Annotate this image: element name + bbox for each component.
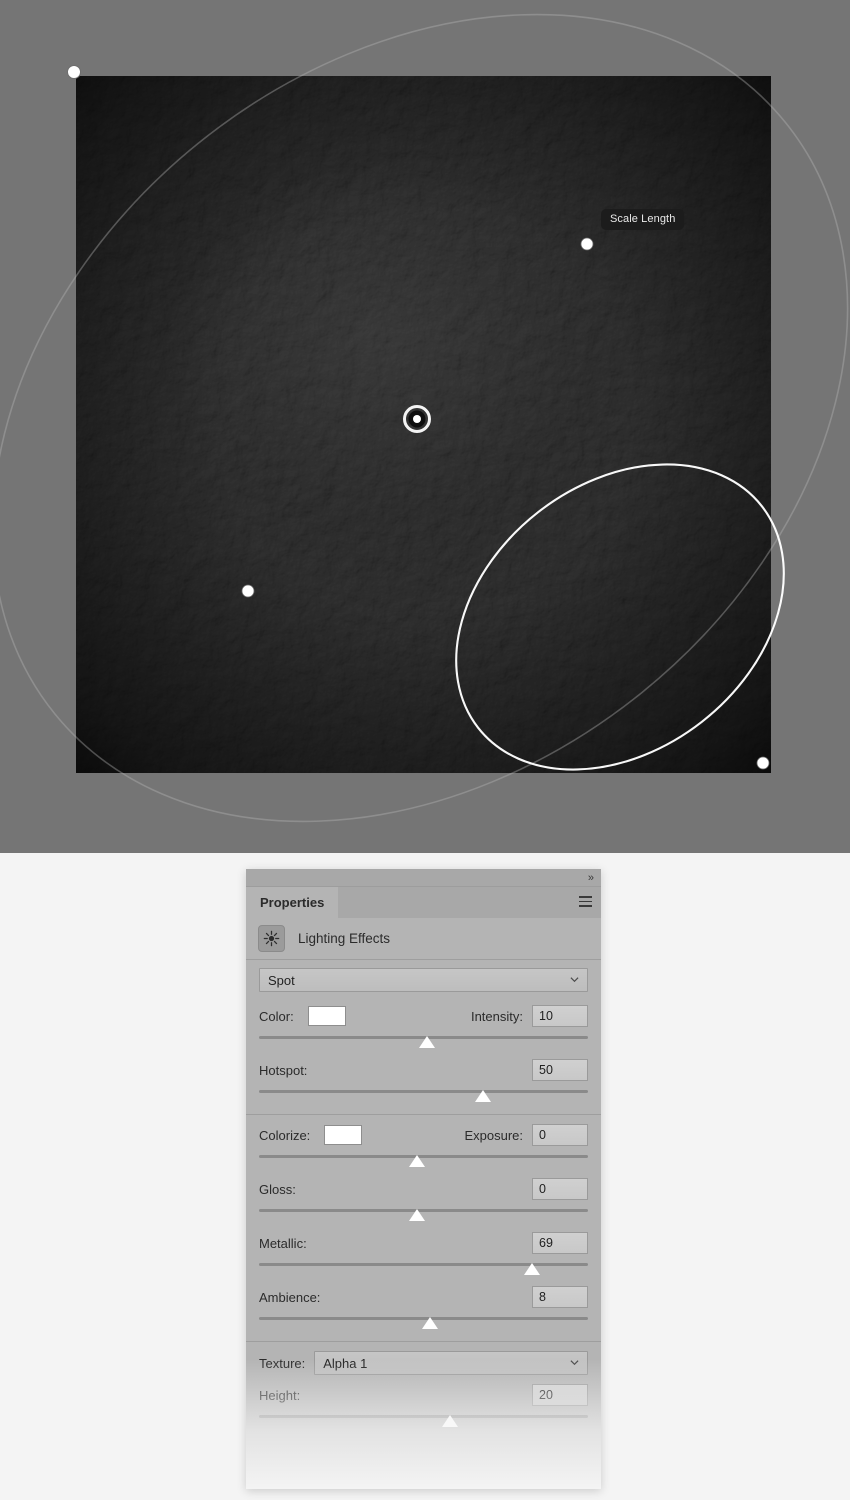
ambience-row: Ambience: 8 bbox=[259, 1284, 588, 1310]
color-intensity-row: Color: Intensity: 10 bbox=[259, 1003, 588, 1029]
ambience-slider[interactable] bbox=[259, 1315, 588, 1332]
hotspot-slider-thumb[interactable] bbox=[474, 1090, 491, 1102]
metallic-field[interactable]: 69 bbox=[532, 1232, 588, 1254]
scale-length-tooltip: Scale Length bbox=[601, 209, 685, 230]
gloss-slider[interactable] bbox=[259, 1207, 588, 1224]
outer-scale-ellipse bbox=[0, 13, 849, 823]
height-slider[interactable] bbox=[259, 1413, 588, 1430]
metallic-slider[interactable] bbox=[259, 1261, 588, 1278]
ambience-label: Ambience: bbox=[259, 1289, 321, 1305]
texture-select[interactable]: NoneAlpha 1RedGreenBlue bbox=[314, 1351, 588, 1375]
hotspot-label: Hotspot: bbox=[259, 1062, 308, 1078]
document-canvas-area[interactable]: Scale Length bbox=[0, 0, 850, 853]
exposure-slider-thumb[interactable] bbox=[408, 1155, 425, 1167]
texture-label: Texture: bbox=[259, 1355, 306, 1371]
tab-properties-label: Properties bbox=[260, 895, 325, 910]
section-texture: Texture: NoneAlpha 1RedGreenBlue Height:… bbox=[246, 1341, 601, 1439]
hotspot-field[interactable]: 50 bbox=[532, 1059, 588, 1081]
light-widget-overlay[interactable] bbox=[0, 0, 850, 853]
effect-header: Lighting Effects bbox=[246, 918, 601, 960]
intensity-slider[interactable] bbox=[259, 1034, 588, 1051]
height-slider-track bbox=[259, 1415, 588, 1418]
screen-root: Scale Length » Properties Lighting Effec… bbox=[0, 0, 850, 1500]
hamburger-menu-icon[interactable] bbox=[579, 896, 592, 907]
exposure-label: Exposure: bbox=[464, 1127, 523, 1143]
gloss-slider-thumb[interactable] bbox=[408, 1209, 425, 1221]
intensity-slider-thumb[interactable] bbox=[418, 1036, 435, 1048]
ambience-field[interactable]: 8 bbox=[532, 1286, 588, 1308]
hotspot-row: Hotspot: 50 bbox=[259, 1057, 588, 1083]
section-intensity: Color: Intensity: 10 Hotspot: 50 bbox=[246, 996, 601, 1114]
texture-row: Texture: NoneAlpha 1RedGreenBlue bbox=[259, 1344, 588, 1375]
color-label: Color: bbox=[259, 1008, 294, 1024]
scale-length-tooltip-label: Scale Length bbox=[610, 213, 676, 225]
metallic-slider-thumb[interactable] bbox=[524, 1263, 541, 1275]
hotspot-slider-track bbox=[259, 1090, 588, 1093]
height-row: Height: 20 bbox=[259, 1382, 588, 1408]
chevron-double-right-icon[interactable]: » bbox=[588, 871, 594, 885]
intensity-label: Intensity: bbox=[470, 1008, 523, 1024]
tab-properties[interactable]: Properties bbox=[246, 887, 339, 918]
light-type-select[interactable]: PointSpotInfinite bbox=[259, 968, 588, 992]
section-material: Colorize: Exposure: 0 Gloss: 0 Metallic:… bbox=[246, 1114, 601, 1341]
color-swatch[interactable] bbox=[307, 1006, 346, 1026]
intensity-field[interactable]: 10 bbox=[532, 1005, 588, 1027]
handle-top-left bbox=[67, 65, 81, 79]
height-field[interactable]: 20 bbox=[532, 1384, 588, 1406]
handle-scale-length bbox=[580, 237, 594, 251]
gloss-row: Gloss: 0 bbox=[259, 1176, 588, 1202]
panel-tab-bar[interactable]: Properties bbox=[246, 887, 601, 918]
gloss-label: Gloss: bbox=[259, 1181, 296, 1197]
colorize-label: Colorize: bbox=[259, 1127, 311, 1143]
lighting-effects-icon[interactable] bbox=[258, 925, 285, 952]
metallic-row: Metallic: 69 bbox=[259, 1230, 588, 1256]
handle-left bbox=[241, 584, 255, 598]
hotspot-ellipse bbox=[455, 463, 785, 771]
height-slider-thumb[interactable] bbox=[441, 1415, 458, 1427]
panel-body: PointSpotInfinite Color: Intensity: 10 bbox=[246, 960, 601, 1439]
hotspot-slider[interactable] bbox=[259, 1088, 588, 1105]
ambience-slider-thumb[interactable] bbox=[422, 1317, 439, 1329]
colorize-exposure-row: Colorize: Exposure: 0 bbox=[259, 1122, 588, 1148]
properties-panel[interactable]: » Properties Lighting Effects Spot Color… bbox=[246, 869, 601, 1489]
exposure-slider[interactable] bbox=[259, 1153, 588, 1170]
exposure-field[interactable]: 0 bbox=[532, 1124, 588, 1146]
effect-title: Lighting Effects bbox=[298, 931, 391, 946]
metallic-label: Metallic: bbox=[259, 1235, 307, 1251]
gloss-field[interactable]: 0 bbox=[532, 1178, 588, 1200]
sun-glyph bbox=[263, 930, 280, 947]
colorize-swatch[interactable] bbox=[324, 1125, 363, 1145]
height-label: Height: bbox=[259, 1387, 301, 1403]
light-center-widget bbox=[403, 395, 431, 433]
panel-top-bar: » bbox=[246, 869, 601, 887]
handle-bottom-right bbox=[756, 756, 770, 770]
light-type-row: PointSpotInfinite bbox=[246, 960, 601, 996]
